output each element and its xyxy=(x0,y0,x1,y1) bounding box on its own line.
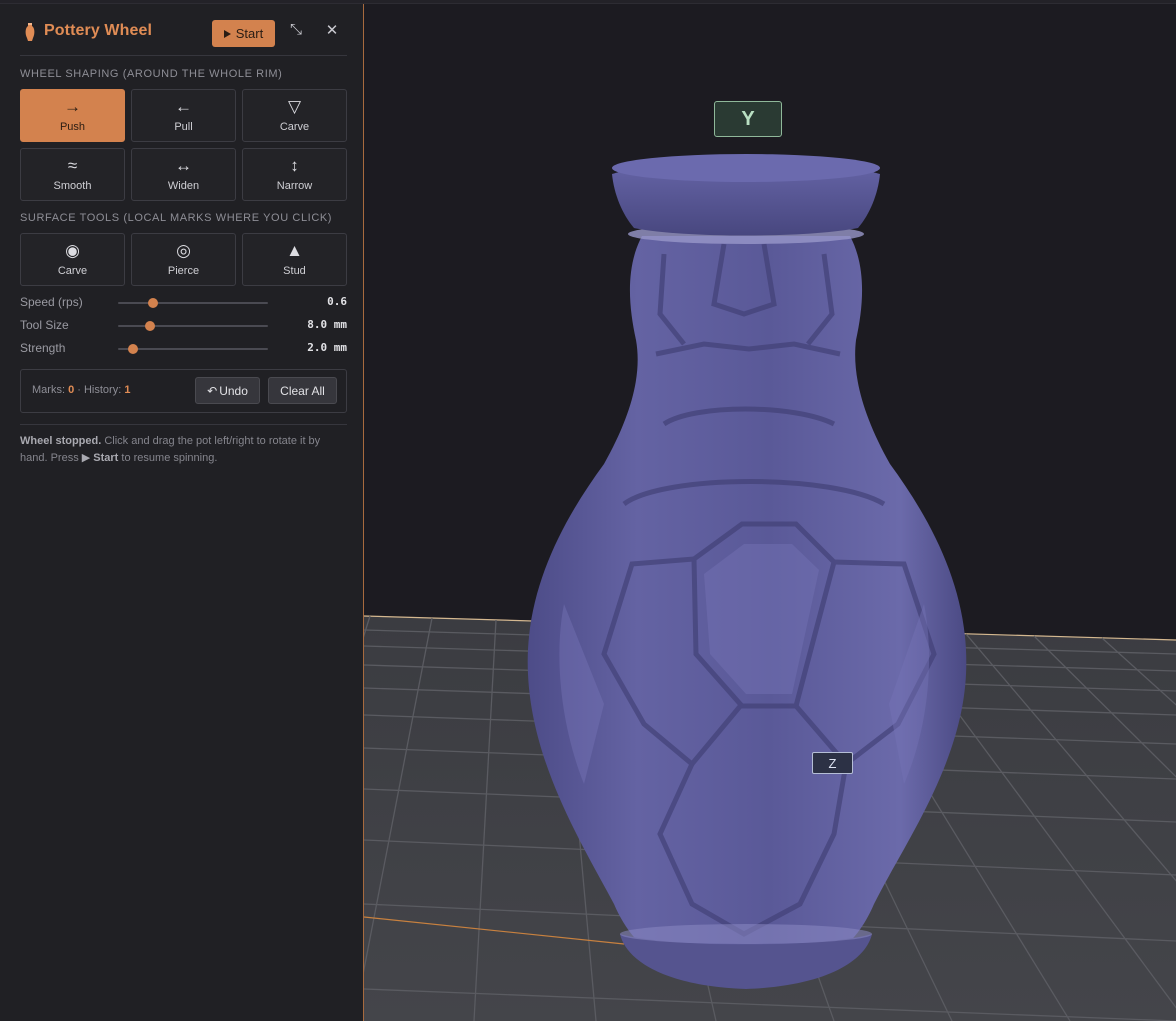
tool-label: Pierce xyxy=(167,265,200,277)
divider xyxy=(20,424,347,425)
rim-top xyxy=(612,154,880,182)
app-title: Pottery Wheel xyxy=(44,22,152,39)
triangle-down-icon: ▽ xyxy=(287,97,302,116)
clear-all-label: Clear All xyxy=(280,383,325,398)
history-box: Marks: 0 · History: 1 ↶ Undo Clear All xyxy=(20,369,347,413)
tool-label: Narrow xyxy=(276,180,313,192)
tool-size-label: Tool Size xyxy=(20,318,69,332)
undo-button-label: Undo xyxy=(219,383,248,398)
arrow-left-icon: ← xyxy=(175,97,192,116)
history-count: 1 xyxy=(124,384,131,396)
tool-size-value: 8.0 mm xyxy=(307,318,347,331)
wheel-shaping-tools: → Push ← Pull ▽ Carve ≈ Smooth ↔ Widen ↕… xyxy=(20,89,347,201)
tool-label: Stud xyxy=(283,265,306,277)
3d-viewport[interactable]: Y Z xyxy=(364,4,1176,1021)
clear-all-button[interactable]: Clear All xyxy=(268,377,337,404)
vase-icon xyxy=(25,23,35,41)
wheel-shaping-label: WHEEL SHAPING (AROUND THE WHOLE RIM) xyxy=(20,68,283,80)
speed-slider-thumb[interactable] xyxy=(147,298,158,308)
tool-size-slider-row: Tool Size 8.0 mm xyxy=(20,318,347,334)
strength-slider-row: Strength 2.0 mm xyxy=(20,341,347,357)
tool-label: Carve xyxy=(279,121,310,133)
tool-pierce[interactable]: ◎ Pierce xyxy=(131,233,236,286)
speed-slider[interactable] xyxy=(118,298,268,308)
speed-label: Speed (rps) xyxy=(20,295,83,309)
ring-icon: ◎ xyxy=(176,241,191,260)
tool-panel: Pottery Wheel Start ⤡ ✕ WHEEL SHAPING (A… xyxy=(0,4,364,1021)
tool-label: Pull xyxy=(174,121,193,133)
strength-value: 2.0 mm xyxy=(307,341,347,354)
help-text-2: to resume spinning. xyxy=(118,452,218,464)
start-button-label: Start xyxy=(235,26,264,41)
marks-label: Marks: xyxy=(32,384,65,396)
foot-ring xyxy=(620,924,872,944)
triangle-up-icon: ▲ xyxy=(286,241,303,260)
panel-header: Pottery Wheel Start ⤡ ✕ xyxy=(20,4,347,56)
arrow-vertical-icon: ↕ xyxy=(290,156,299,175)
surface-tools: ◉ Carve ◎ Pierce ▲ Stud xyxy=(20,233,347,286)
play-icon xyxy=(223,29,231,38)
tool-label: Carve xyxy=(57,265,88,277)
tool-size-slider-thumb[interactable] xyxy=(144,321,155,331)
tool-pull[interactable]: ← Pull xyxy=(131,89,236,142)
tool-smooth[interactable]: ≈ Smooth xyxy=(20,148,125,201)
tool-stud[interactable]: ▲ Stud xyxy=(242,233,347,286)
start-button[interactable]: Start xyxy=(212,20,275,47)
wave-icon: ≈ xyxy=(67,156,78,175)
app-window: Pottery Wheel Start ⤡ ✕ WHEEL SHAPING (A… xyxy=(0,0,1176,1021)
scene xyxy=(364,4,1176,1021)
strength-slider[interactable] xyxy=(118,344,268,354)
tool-push[interactable]: → Push xyxy=(20,89,125,142)
help-start-ref: Start xyxy=(93,452,119,464)
strength-slider-thumb[interactable] xyxy=(128,344,138,354)
tool-label: Push xyxy=(59,121,86,133)
tool-narrow[interactable]: ↕ Narrow xyxy=(242,148,347,201)
speed-value: 0.6 xyxy=(327,295,347,308)
close-icon[interactable]: ✕ xyxy=(324,23,340,39)
expand-icon[interactable]: ⤡ xyxy=(288,22,304,38)
axis-y-label[interactable]: Y xyxy=(714,101,782,137)
help-bold: Wheel stopped. xyxy=(20,435,102,447)
tool-widen[interactable]: ↔ Widen xyxy=(131,148,236,201)
target-icon: ◉ xyxy=(65,241,80,260)
axis-z-label[interactable]: Z xyxy=(812,752,853,774)
marks-count: 0 xyxy=(68,384,75,396)
tool-size-slider[interactable] xyxy=(118,321,268,331)
tool-panel-content: Pottery Wheel Start ⤡ ✕ WHEEL SHAPING (A… xyxy=(20,4,347,464)
tool-label: Widen xyxy=(167,180,200,192)
tool-carve-wheel[interactable]: ▽ Carve xyxy=(242,89,347,142)
arrow-horizontal-icon: ↔ xyxy=(175,156,192,175)
history-label: · History: xyxy=(77,384,122,396)
arrow-right-icon: → xyxy=(64,97,81,116)
undo-icon: ↶ xyxy=(207,383,218,398)
undo-button[interactable]: ↶ Undo xyxy=(195,377,260,404)
help-text: Wheel stopped. Click and drag the pot le… xyxy=(20,433,347,467)
strength-label: Strength xyxy=(20,341,66,355)
speed-slider-row: Speed (rps) 0.6 xyxy=(20,295,347,311)
surface-tools-label: SURFACE TOOLS (LOCAL MARKS WHERE YOU CLI… xyxy=(20,212,333,224)
tool-label: Smooth xyxy=(53,180,92,192)
help-play-icon: ▶ xyxy=(81,452,94,464)
tool-carve-surface[interactable]: ◉ Carve xyxy=(20,233,125,286)
marks-history-status: Marks: 0 · History: 1 xyxy=(32,384,130,396)
